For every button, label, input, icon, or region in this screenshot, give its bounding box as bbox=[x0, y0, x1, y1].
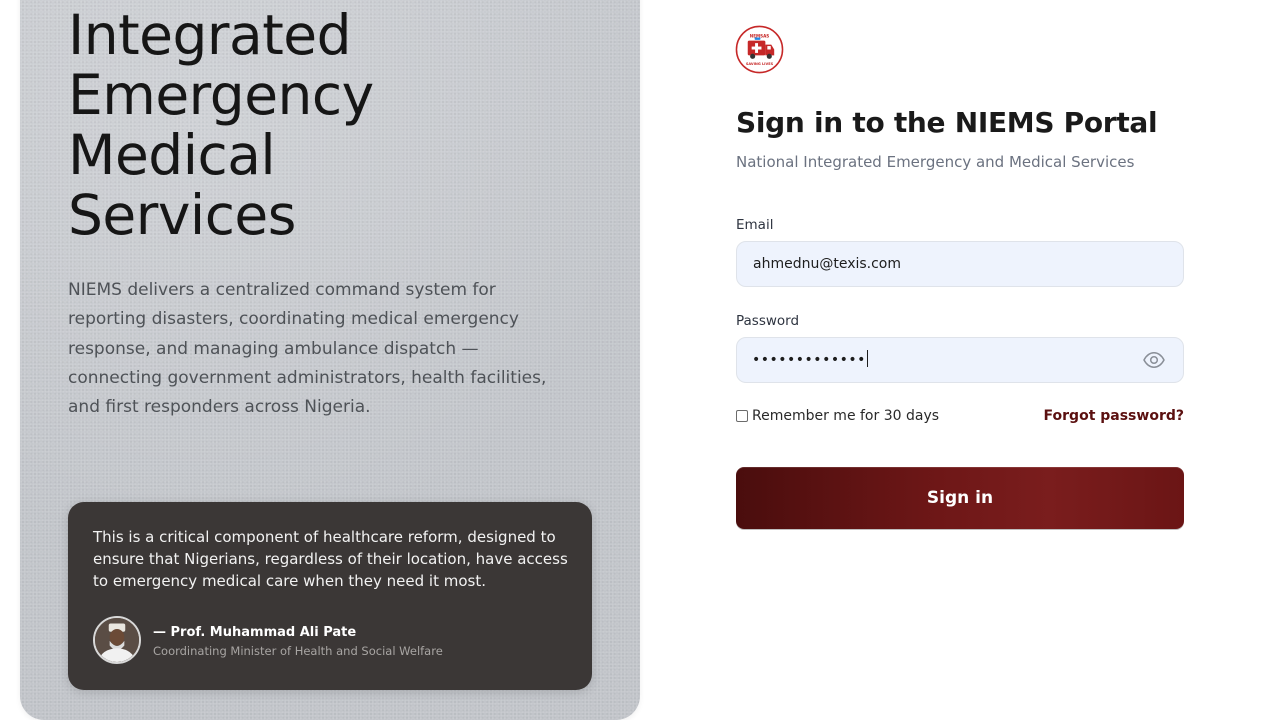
password-label: Password bbox=[736, 313, 800, 329]
hero-description: NIEMS delivers a centralized command sys… bbox=[68, 280, 547, 418]
show-password-toggle[interactable] bbox=[1142, 348, 1166, 372]
page-subtitle: National Integrated Emergency and Medica… bbox=[736, 153, 1135, 171]
text-caret bbox=[866, 350, 868, 367]
ambulance-icon: NEMSAS SAVING LIVES bbox=[735, 25, 784, 74]
email-label: Email bbox=[736, 217, 774, 233]
hero-title-line: Medical bbox=[68, 123, 276, 187]
remember-me-checkbox[interactable] bbox=[736, 410, 748, 422]
logo-top-text: NEMSAS bbox=[750, 33, 769, 38]
hero-panel: Integrated Emergency Medical Services NI… bbox=[20, 0, 640, 720]
eye-icon bbox=[1143, 352, 1165, 368]
sign-in-button[interactable]: Sign in bbox=[736, 467, 1184, 529]
password-value: ••••••••••••• bbox=[752, 349, 868, 371]
logo-bottom-text: SAVING LIVES bbox=[746, 62, 774, 66]
hero-title-line: Services bbox=[68, 183, 296, 247]
avatar bbox=[93, 616, 141, 664]
email-field[interactable] bbox=[736, 241, 1184, 287]
testimonial-role: Coordinating Minister of Health and Soci… bbox=[153, 644, 443, 658]
hero-title-line: Emergency bbox=[68, 63, 374, 127]
remember-me-label: Remember me for 30 days bbox=[752, 408, 940, 424]
testimonial-quote: This is a critical component of healthca… bbox=[93, 528, 568, 590]
page-title: Sign in to the NIEMS Portal bbox=[736, 106, 1158, 139]
nemsas-logo: NEMSAS SAVING LIVES bbox=[735, 25, 784, 74]
password-masked-text: ••••••••••••• bbox=[752, 352, 866, 368]
remember-me-option[interactable]: Remember me for 30 days bbox=[736, 408, 939, 424]
hero-title-line: Integrated bbox=[68, 3, 352, 67]
person-avatar-icon bbox=[95, 618, 139, 662]
testimonial-author: — Prof. Muhammad Ali Pate bbox=[153, 625, 357, 640]
forgot-password-link[interactable]: Forgot password? bbox=[1044, 408, 1184, 424]
hero-title: Integrated Emergency Medical Services bbox=[68, 5, 428, 245]
testimonial-card: This is a critical component of healthca… bbox=[68, 502, 592, 690]
